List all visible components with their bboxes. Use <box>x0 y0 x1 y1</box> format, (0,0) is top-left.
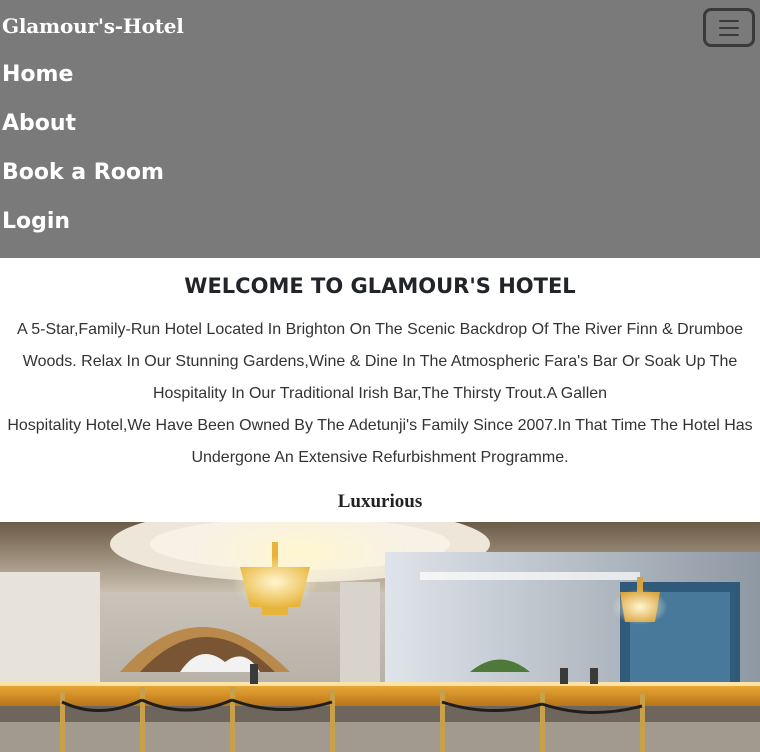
hamburger-menu-icon-bar-2 <box>719 26 739 29</box>
nav-link-login[interactable]: Login <box>2 203 70 241</box>
page-title: WELCOME TO GLAMOUR'S HOTEL <box>184 274 576 298</box>
menu-toggle-button[interactable] <box>703 8 755 47</box>
section-heading-luxurious: Luxurious <box>337 491 423 512</box>
nav-item-about: About <box>2 105 164 154</box>
navbar: Glamour's-Hotel Home About Book a Room L… <box>0 0 760 258</box>
hamburger-menu-icon-bar-3 <box>719 33 739 36</box>
main-content: WELCOME TO GLAMOUR'S HOTEL A 5-Star,Fami… <box>0 258 760 514</box>
intro-paragraph: A 5-Star,Family-Run Hotel Located In Bri… <box>6 314 754 474</box>
hamburger-menu-icon <box>719 19 739 22</box>
nav-link-book-a-room[interactable]: Book a Room <box>2 154 164 192</box>
nav-link-about[interactable]: About <box>2 105 76 143</box>
nav-menu: Home About Book a Room Login <box>2 56 164 252</box>
nav-item-book-a-room: Book a Room <box>2 154 164 203</box>
brand-link[interactable]: Glamour's-Hotel <box>2 14 184 38</box>
intro-text-part-1: A 5-Star,Family-Run Hotel Located In Bri… <box>17 321 743 402</box>
nav-item-home: Home <box>2 56 164 105</box>
hotel-lobby-image <box>0 522 760 752</box>
nav-item-login: Login <box>2 203 164 252</box>
intro-text-part-2: Hospitality Hotel,We Have Been Owned By … <box>7 417 753 466</box>
nav-link-home[interactable]: Home <box>2 56 73 94</box>
